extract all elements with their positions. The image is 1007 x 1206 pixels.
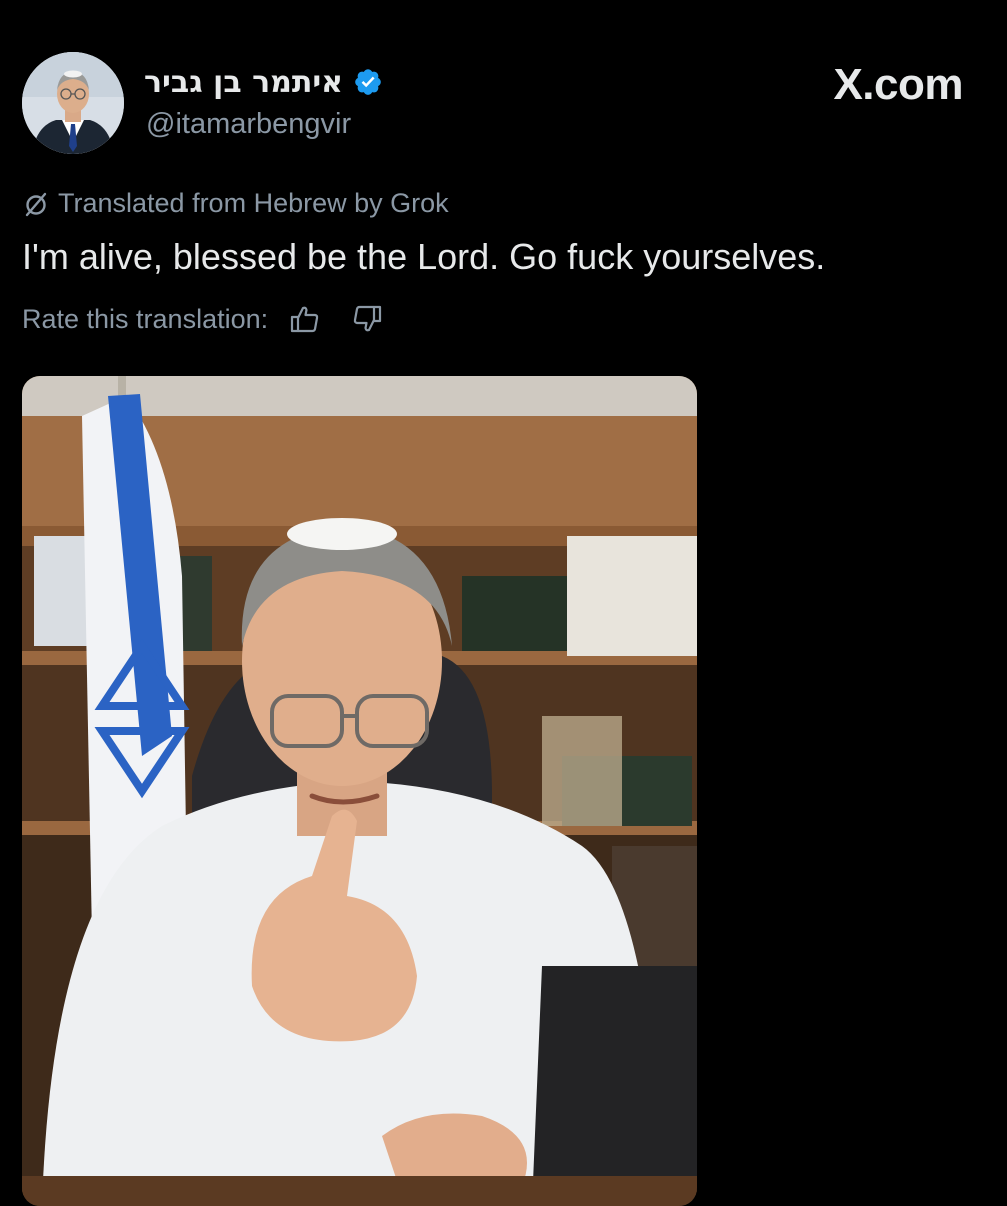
display-name-row: איתמר בן גביר bbox=[144, 62, 383, 102]
site-logo: X.com bbox=[833, 60, 963, 109]
avatar[interactable] bbox=[22, 52, 124, 154]
thumbs-up-icon bbox=[291, 306, 319, 333]
translation-note: Translated from Hebrew by Grok bbox=[22, 188, 449, 219]
tweet-text: I'm alive, blessed be the Lord. Go fuck … bbox=[22, 236, 826, 277]
verified-badge-icon bbox=[355, 69, 381, 95]
rate-translation-row: Rate this translation: bbox=[22, 302, 384, 336]
thumbs-down-icon bbox=[353, 305, 382, 332]
thumbs-down-button[interactable] bbox=[350, 302, 384, 336]
video-frame-illustration bbox=[22, 376, 697, 1206]
thumbs-up-button[interactable] bbox=[288, 302, 322, 336]
translate-icon bbox=[25, 192, 47, 216]
translation-note-text: Translated from Hebrew by Grok bbox=[58, 188, 449, 218]
rate-translation-label: Rate this translation: bbox=[22, 303, 269, 334]
display-name[interactable]: איתמר בן גביר bbox=[144, 65, 343, 100]
user-handle[interactable]: @itamarbengvir bbox=[146, 108, 351, 141]
tweet-media-video[interactable] bbox=[22, 376, 697, 1206]
